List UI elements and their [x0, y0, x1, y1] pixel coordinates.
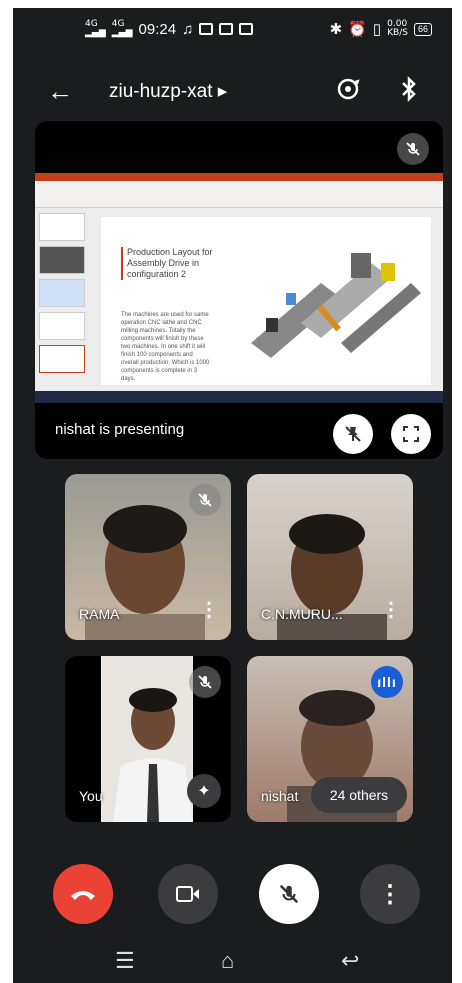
participant-name: nishat — [261, 788, 299, 804]
ppt-titlebar — [35, 173, 443, 181]
sparkle-icon: ✦ — [197, 783, 211, 800]
signal-icon: 4G ▂▄▆ — [85, 19, 106, 38]
others-badge[interactable]: 24 others — [311, 777, 407, 813]
participant-name: RAMA — [79, 606, 120, 622]
participant-tile-muru[interactable]: C.N.MURU... ⋮ — [247, 474, 413, 640]
fullscreen-icon — [403, 426, 419, 442]
microphone-button[interactable] — [259, 864, 319, 924]
participant-tile-rama[interactable]: RAMA ⋮ — [65, 474, 231, 640]
mic-off-icon — [189, 484, 221, 516]
gallery-icon — [199, 23, 214, 35]
speed-readout: 0.00 KB/S — [387, 19, 408, 38]
fullscreen-button[interactable] — [391, 414, 431, 454]
status-bar: 4G ▂▄▆ 4G ▂▄▆ 09:24 ♫ ✱ ⏰ ▯ 0.00 KB/S 66 — [13, 8, 452, 52]
presentation-tile[interactable]: Production Layout for Assembly Drive in … — [35, 121, 443, 459]
shared-screen: Production Layout for Assembly Drive in … — [35, 173, 443, 403]
slide-thumbnails — [39, 213, 89, 388]
slide-canvas: Production Layout for Assembly Drive in … — [101, 217, 431, 385]
more-options-icon[interactable]: ⋮ — [199, 597, 219, 622]
signal-icon-2: 4G ▂▄▆ — [111, 19, 133, 38]
more-options-icon[interactable]: ⋮ — [381, 597, 401, 622]
switch-camera-icon[interactable] — [335, 76, 361, 109]
participant-name: C.N.MURU... — [261, 606, 343, 622]
windows-taskbar — [35, 391, 443, 403]
mic-off-icon — [189, 666, 221, 698]
video-camera-icon — [176, 886, 199, 902]
unpin-button[interactable] — [333, 414, 373, 454]
participant-name: You — [79, 788, 103, 804]
slide-thumbnail — [39, 279, 85, 307]
back-arrow-icon[interactable]: ← — [47, 76, 73, 107]
system-nav-bar: ☰ ⌂ ↩ — [13, 938, 452, 983]
video-notification-icon — [219, 23, 234, 35]
factory-layout-image — [251, 253, 421, 358]
meeting-code[interactable]: ziu-huzp-xat ▸ — [109, 80, 227, 103]
bluetooth-status-icon: ✱ — [329, 21, 343, 38]
presenter-label: nishat is presenting — [55, 421, 185, 438]
effects-button[interactable]: ✦ — [187, 774, 221, 808]
vibrate-icon: ▯ — [372, 21, 382, 38]
camera-button[interactable] — [158, 864, 218, 924]
slide-body: The machines are used for same operation… — [121, 312, 210, 382]
more-vert-icon: ⋮ — [378, 880, 402, 908]
phone-screen: 4G ▂▄▆ 4G ▂▄▆ 09:24 ♫ ✱ ⏰ ▯ 0.00 KB/S 66 ← … — [13, 8, 452, 983]
home-icon[interactable]: ⌂ — [221, 948, 234, 974]
speaking-indicator-icon: ıllı — [371, 666, 403, 698]
slide-thumbnail — [39, 213, 85, 241]
clock: 09:24 — [138, 20, 177, 38]
alarm-icon: ⏰ — [348, 21, 367, 38]
back-nav-icon[interactable]: ↩ — [341, 948, 359, 974]
music-icon: ♫ — [182, 20, 194, 38]
slide-thumbnail — [39, 246, 85, 274]
presenter-mic-off-icon — [397, 133, 429, 165]
ppt-ribbon — [35, 181, 443, 208]
facebook-icon — [239, 23, 254, 35]
menu-icon[interactable]: ☰ — [115, 948, 135, 974]
unpin-icon — [345, 426, 361, 442]
slide-thumbnail-selected — [39, 345, 85, 373]
slide-title: Production Layout for Assembly Drive in … — [121, 247, 213, 280]
more-options-button[interactable]: ⋮ — [360, 864, 420, 924]
meeting-top-bar: ← ziu-huzp-xat ▸ — [13, 68, 452, 118]
slide-thumbnail — [39, 312, 85, 340]
bluetooth-audio-icon[interactable] — [397, 75, 421, 109]
participant-tile-self[interactable]: You ✦ — [65, 656, 231, 822]
hang-up-icon — [71, 891, 95, 900]
battery-icon: 66 — [413, 22, 432, 36]
mic-off-icon — [279, 884, 299, 904]
end-call-button[interactable] — [53, 864, 113, 924]
